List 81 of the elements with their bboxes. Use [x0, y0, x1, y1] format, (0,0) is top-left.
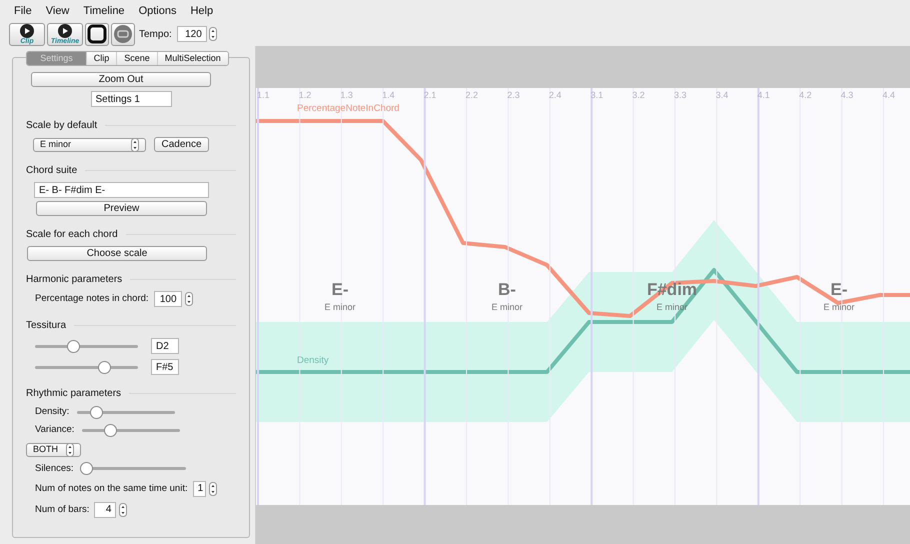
note-field[interactable]: D2: [151, 338, 179, 354]
record-button[interactable]: [111, 22, 135, 46]
slider[interactable]: [80, 462, 186, 476]
section-heading: Scale for each chord: [26, 228, 118, 242]
chord-scale: E minor: [324, 301, 356, 314]
section-heading: Scale by default: [26, 119, 98, 133]
field-label: Num of notes on the same time unit:: [35, 482, 188, 496]
spinner-arrows-icon[interactable]: [208, 482, 217, 496]
beat-marker: 4.1: [757, 89, 770, 102]
zoom-out-button[interactable]: Zoom Out: [31, 72, 211, 87]
beat-marker: 4.2: [799, 89, 812, 102]
section-heading: Tessitura: [26, 319, 66, 333]
spinner-arrows-icon[interactable]: [66, 442, 74, 456]
menu-item[interactable]: View: [46, 2, 70, 20]
menu-item[interactable]: Options: [138, 2, 176, 20]
slider-thumb[interactable]: [90, 406, 104, 419]
slider[interactable]: [77, 405, 176, 420]
beat-marker: 3.1: [590, 89, 604, 102]
beat-marker: 1.4: [382, 89, 395, 102]
chord-suite-field[interactable]: E- B- F#dim E-: [34, 182, 209, 198]
preview-button[interactable]: Preview: [36, 201, 207, 216]
beat-marker: 1.3: [340, 89, 353, 102]
menu-item[interactable]: Timeline: [83, 2, 125, 20]
slider-thumb[interactable]: [66, 340, 80, 352]
mode-dropdown[interactable]: BOTH: [26, 442, 81, 456]
percentage-field[interactable]: 100: [154, 291, 182, 307]
beat-marker: 1.1: [257, 89, 270, 102]
tab[interactable]: Clip: [86, 52, 116, 65]
beat-marker: 2.2: [466, 89, 478, 102]
play-icon: [19, 24, 35, 38]
beat-marker: 3.2: [632, 89, 645, 102]
slider[interactable]: [35, 360, 138, 374]
field-label: Num of bars:: [35, 502, 90, 517]
curve-label: PercentageNoteInChord: [297, 102, 400, 116]
beat-marker: 2.4: [548, 89, 562, 102]
bars-field[interactable]: 4: [94, 502, 116, 518]
beat-marker: 3.3: [674, 89, 687, 102]
settings-name-field[interactable]: Settings 1: [90, 91, 172, 107]
beat-marker: 1.2: [298, 89, 312, 102]
tempo-label: Tempo:: [139, 28, 172, 42]
play-icon: [57, 24, 73, 38]
stop-button[interactable]: [85, 22, 109, 46]
menu-item[interactable]: File: [14, 2, 32, 20]
chord-scale: E minor: [491, 301, 522, 314]
section-heading: Rhythmic parameters: [26, 387, 122, 401]
beat-marker: 2.3: [507, 89, 520, 102]
chord-name: B-: [498, 281, 516, 298]
slider-thumb[interactable]: [80, 462, 93, 476]
section-heading: Harmonic parameters: [26, 273, 122, 287]
scale-dropdown[interactable]: E minor: [33, 138, 146, 152]
record-icon: [113, 24, 133, 44]
tab[interactable]: Scene: [116, 52, 157, 65]
slider[interactable]: [82, 423, 180, 438]
menu-item[interactable]: Help: [190, 2, 214, 20]
spinner-arrows-icon[interactable]: [208, 27, 217, 41]
note-field[interactable]: F#5: [151, 359, 179, 375]
slider-label: Silences:: [35, 462, 74, 476]
beat-marker: 3.4: [716, 89, 728, 102]
beat-marker: 4.4: [882, 89, 896, 102]
section-heading: Chord suite: [26, 164, 78, 178]
beat-marker: 4.3: [840, 89, 854, 102]
spinner-arrows-icon[interactable]: [184, 292, 193, 306]
spinner-arrows-icon[interactable]: [119, 502, 128, 517]
tab[interactable]: MultiSelection: [156, 52, 228, 65]
chord-name: E-: [332, 281, 348, 298]
notes-field[interactable]: 1: [192, 480, 206, 497]
slider-label: Variance:: [35, 423, 74, 438]
tempo-field[interactable]: 120: [176, 26, 207, 42]
choose-scale-button[interactable]: Choose scale: [27, 246, 207, 261]
curve-label: Density: [297, 354, 329, 368]
slider-thumb[interactable]: [98, 360, 111, 374]
stop-icon: [87, 24, 107, 44]
chord-name: E-: [830, 281, 848, 298]
spinner-arrows-icon[interactable]: [131, 138, 139, 152]
chord-scale: E minor: [823, 301, 854, 314]
slider-label: Density:: [35, 405, 70, 419]
slider-thumb[interactable]: [104, 424, 117, 437]
beat-marker: 2.1: [424, 89, 436, 102]
field-label: Percentage notes in chord:: [35, 292, 149, 306]
cadence-button[interactable]: Cadence: [154, 137, 209, 152]
slider[interactable]: [35, 339, 138, 353]
